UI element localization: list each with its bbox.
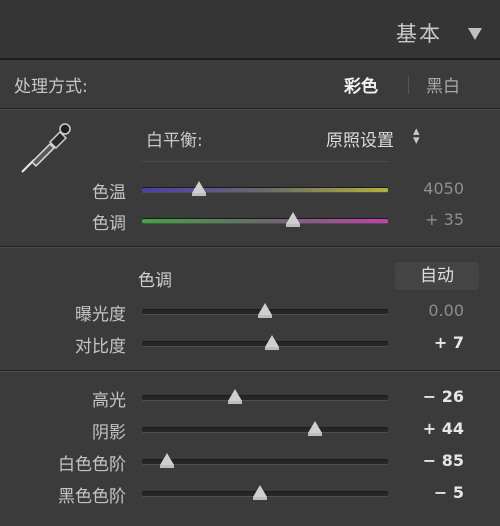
slider-value[interactable]: − 5 [384, 483, 464, 502]
divider-line [142, 161, 388, 162]
slider-track[interactable] [142, 427, 388, 433]
white-balance-preset-select[interactable]: 原照设置 [326, 126, 394, 151]
slider-value[interactable]: 4050 [384, 179, 464, 198]
slider-value[interactable]: − 26 [384, 387, 464, 406]
slider-label: 色温 [92, 183, 126, 203]
select-arrows-icon[interactable]: ▴ ▾ [413, 125, 420, 147]
basic-panel: 基本 处理方式: 彩色 黑白 白平衡: 原照设置 ▴ ▾ 色温 4050 色调 + 35… [0, 0, 500, 526]
slider-track[interactable] [142, 459, 388, 465]
slider-value[interactable]: + 35 [384, 210, 464, 229]
treatment-color-option[interactable]: 彩色 [344, 72, 378, 97]
slider-thumb[interactable] [258, 303, 272, 318]
separator [0, 246, 500, 248]
slider-value[interactable]: − 85 [384, 451, 464, 470]
panel-title: 基本 [396, 22, 442, 46]
auto-button[interactable]: 自动 [395, 262, 479, 290]
tone-label: 色调 [138, 271, 172, 291]
separator [0, 108, 500, 110]
slider-track[interactable] [142, 218, 388, 224]
slider-thumb[interactable] [308, 421, 323, 436]
collapse-triangle-icon[interactable] [468, 28, 482, 40]
slider-label: 黑色色阶 [58, 487, 126, 507]
slider-value[interactable]: 0.00 [384, 301, 464, 320]
treatment-label: 处理方式: [14, 77, 88, 97]
slider-label: 阴影 [92, 423, 126, 443]
slider-label: 白色色阶 [58, 455, 126, 475]
slider-value[interactable]: + 7 [384, 333, 464, 352]
slider-thumb[interactable] [265, 335, 280, 350]
slider-thumb[interactable] [286, 212, 301, 227]
treatment-bw-option[interactable]: 黑白 [426, 72, 460, 97]
slider-track[interactable] [142, 395, 388, 401]
slider-thumb[interactable] [191, 181, 206, 196]
slider-label: 对比度 [75, 337, 126, 357]
slider-track[interactable] [142, 187, 388, 193]
slider-thumb[interactable] [228, 389, 243, 404]
slider-thumb[interactable] [253, 485, 268, 500]
slider-label: 色调 [92, 214, 126, 234]
panel-header[interactable]: 基本 [0, 0, 500, 60]
white-balance-label: 白平衡: [146, 131, 203, 151]
slider-label: 曝光度 [75, 305, 126, 325]
slider-thumb[interactable] [159, 453, 174, 468]
treatment-divider [408, 76, 409, 94]
slider-value[interactable]: + 44 [384, 419, 464, 438]
slider-label: 高光 [92, 391, 126, 411]
eyedropper-icon[interactable] [14, 118, 74, 178]
separator [0, 370, 500, 372]
